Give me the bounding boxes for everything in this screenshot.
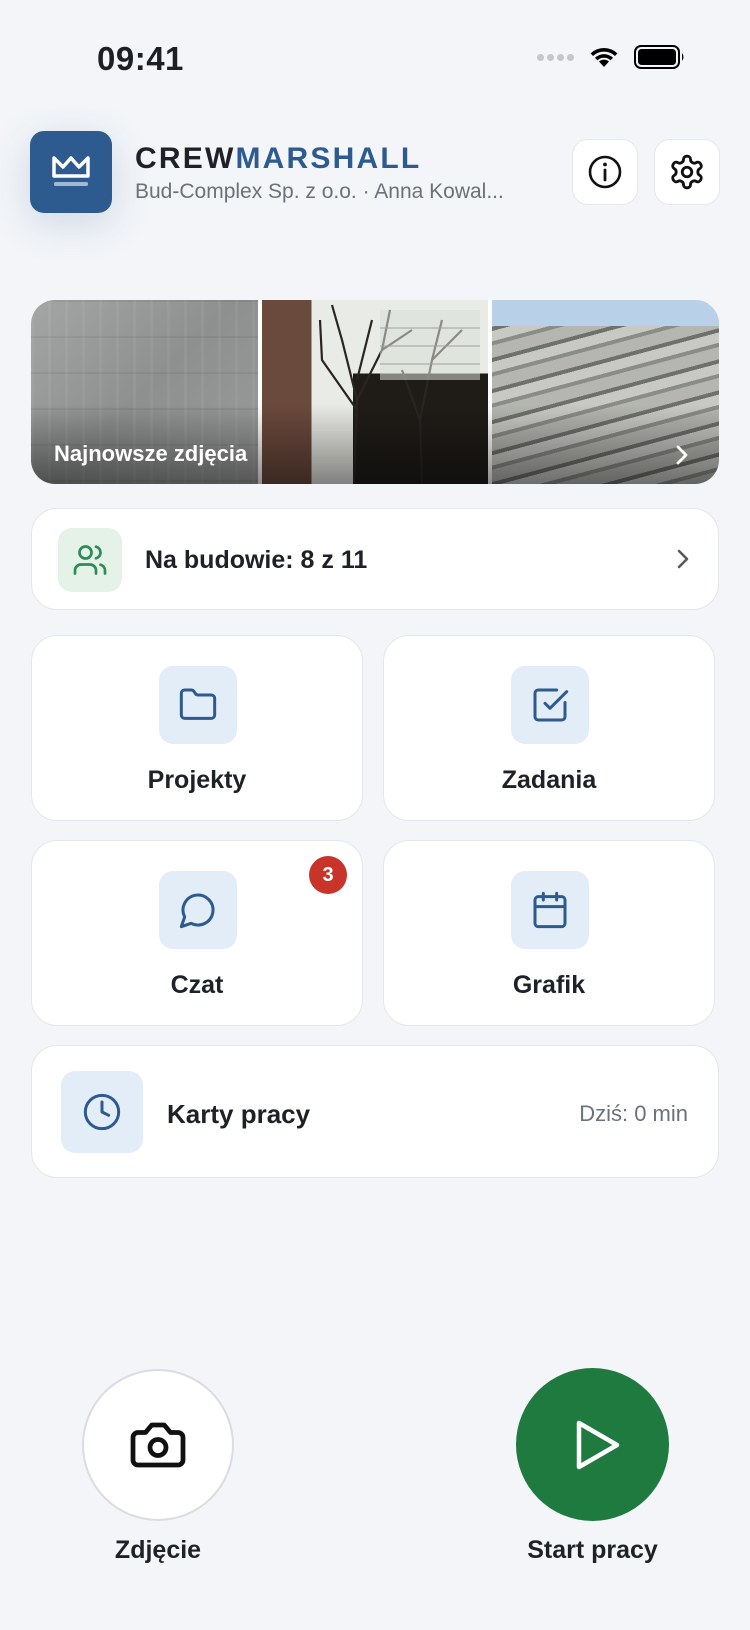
recent-photos-label: Najnowsze zdjęcia <box>54 441 248 466</box>
status-time: 09:41 <box>97 40 184 77</box>
wifi-icon <box>590 47 618 67</box>
on-site-card[interactable]: Na budowie: 8 z 11 <box>31 508 719 610</box>
battery-icon <box>634 45 684 69</box>
info-button[interactable] <box>572 139 638 205</box>
checkbox-icon <box>533 688 569 722</box>
calendar-icon <box>533 891 567 929</box>
brand-name: CREWMARSHALL <box>135 142 421 176</box>
tile-projects[interactable]: Projekty <box>31 635 363 821</box>
time-cards-card[interactable]: Karty pracy Dziś: 0 min <box>31 1045 719 1178</box>
schedule-icon-tile <box>511 871 589 949</box>
time-today-value: Dziś: 0 min <box>579 1101 688 1126</box>
play-icon <box>576 1420 619 1469</box>
tile-chat[interactable]: Czat 3 <box>31 840 363 1026</box>
take-photo-label: Zdjęcie <box>114 1536 202 1564</box>
time-cards-label: Karty pracy <box>167 1099 311 1129</box>
chat-icon <box>179 893 215 929</box>
brand-part-crew: CREW <box>135 142 236 175</box>
tile-projects-label: Projekty <box>147 766 247 794</box>
home-screen: 09:41 CREWMARSHALL Bud-Complex Sp. z o.o… <box>0 0 750 1630</box>
clock-icon <box>83 1093 121 1131</box>
app-logo <box>30 131 112 213</box>
tile-chat-label: Czat <box>170 971 224 999</box>
crown-icon <box>52 156 90 186</box>
settings-button[interactable] <box>654 139 720 205</box>
camera-icon <box>130 1422 186 1468</box>
recent-photos-strip[interactable]: Najnowsze zdjęcia <box>31 300 719 484</box>
time-cards-icon-tile <box>61 1071 143 1153</box>
chevron-right-icon <box>676 445 688 465</box>
chat-icon-tile <box>159 871 237 949</box>
tile-tasks[interactable]: Zadania <box>383 635 715 821</box>
status-icons <box>537 44 686 70</box>
start-work-label: Start pracy <box>527 1536 658 1564</box>
users-icon <box>73 545 107 575</box>
projects-icon-tile <box>159 666 237 744</box>
info-icon <box>588 155 622 189</box>
tile-tasks-label: Zadania <box>501 766 597 794</box>
tile-schedule[interactable]: Grafik <box>383 840 715 1026</box>
brand-part-marshall: MARSHALL <box>235 142 422 175</box>
tile-schedule-label: Grafik <box>512 971 586 999</box>
gear-icon <box>671 154 703 190</box>
tasks-icon-tile <box>511 666 589 744</box>
start-work-button[interactable] <box>516 1368 669 1521</box>
chevron-right-icon <box>677 549 689 569</box>
take-photo-button[interactable] <box>82 1369 234 1521</box>
cellular-signal-icon <box>537 53 574 61</box>
company-user-subtitle: Bud-Complex Sp. z o.o. · Anna Kowal... <box>135 180 504 203</box>
unread-badge: 3 <box>309 856 347 894</box>
on-site-icon-tile <box>58 528 122 592</box>
on-site-count: Na budowie: 8 z 11 <box>145 546 368 574</box>
folder-icon <box>179 688 217 720</box>
